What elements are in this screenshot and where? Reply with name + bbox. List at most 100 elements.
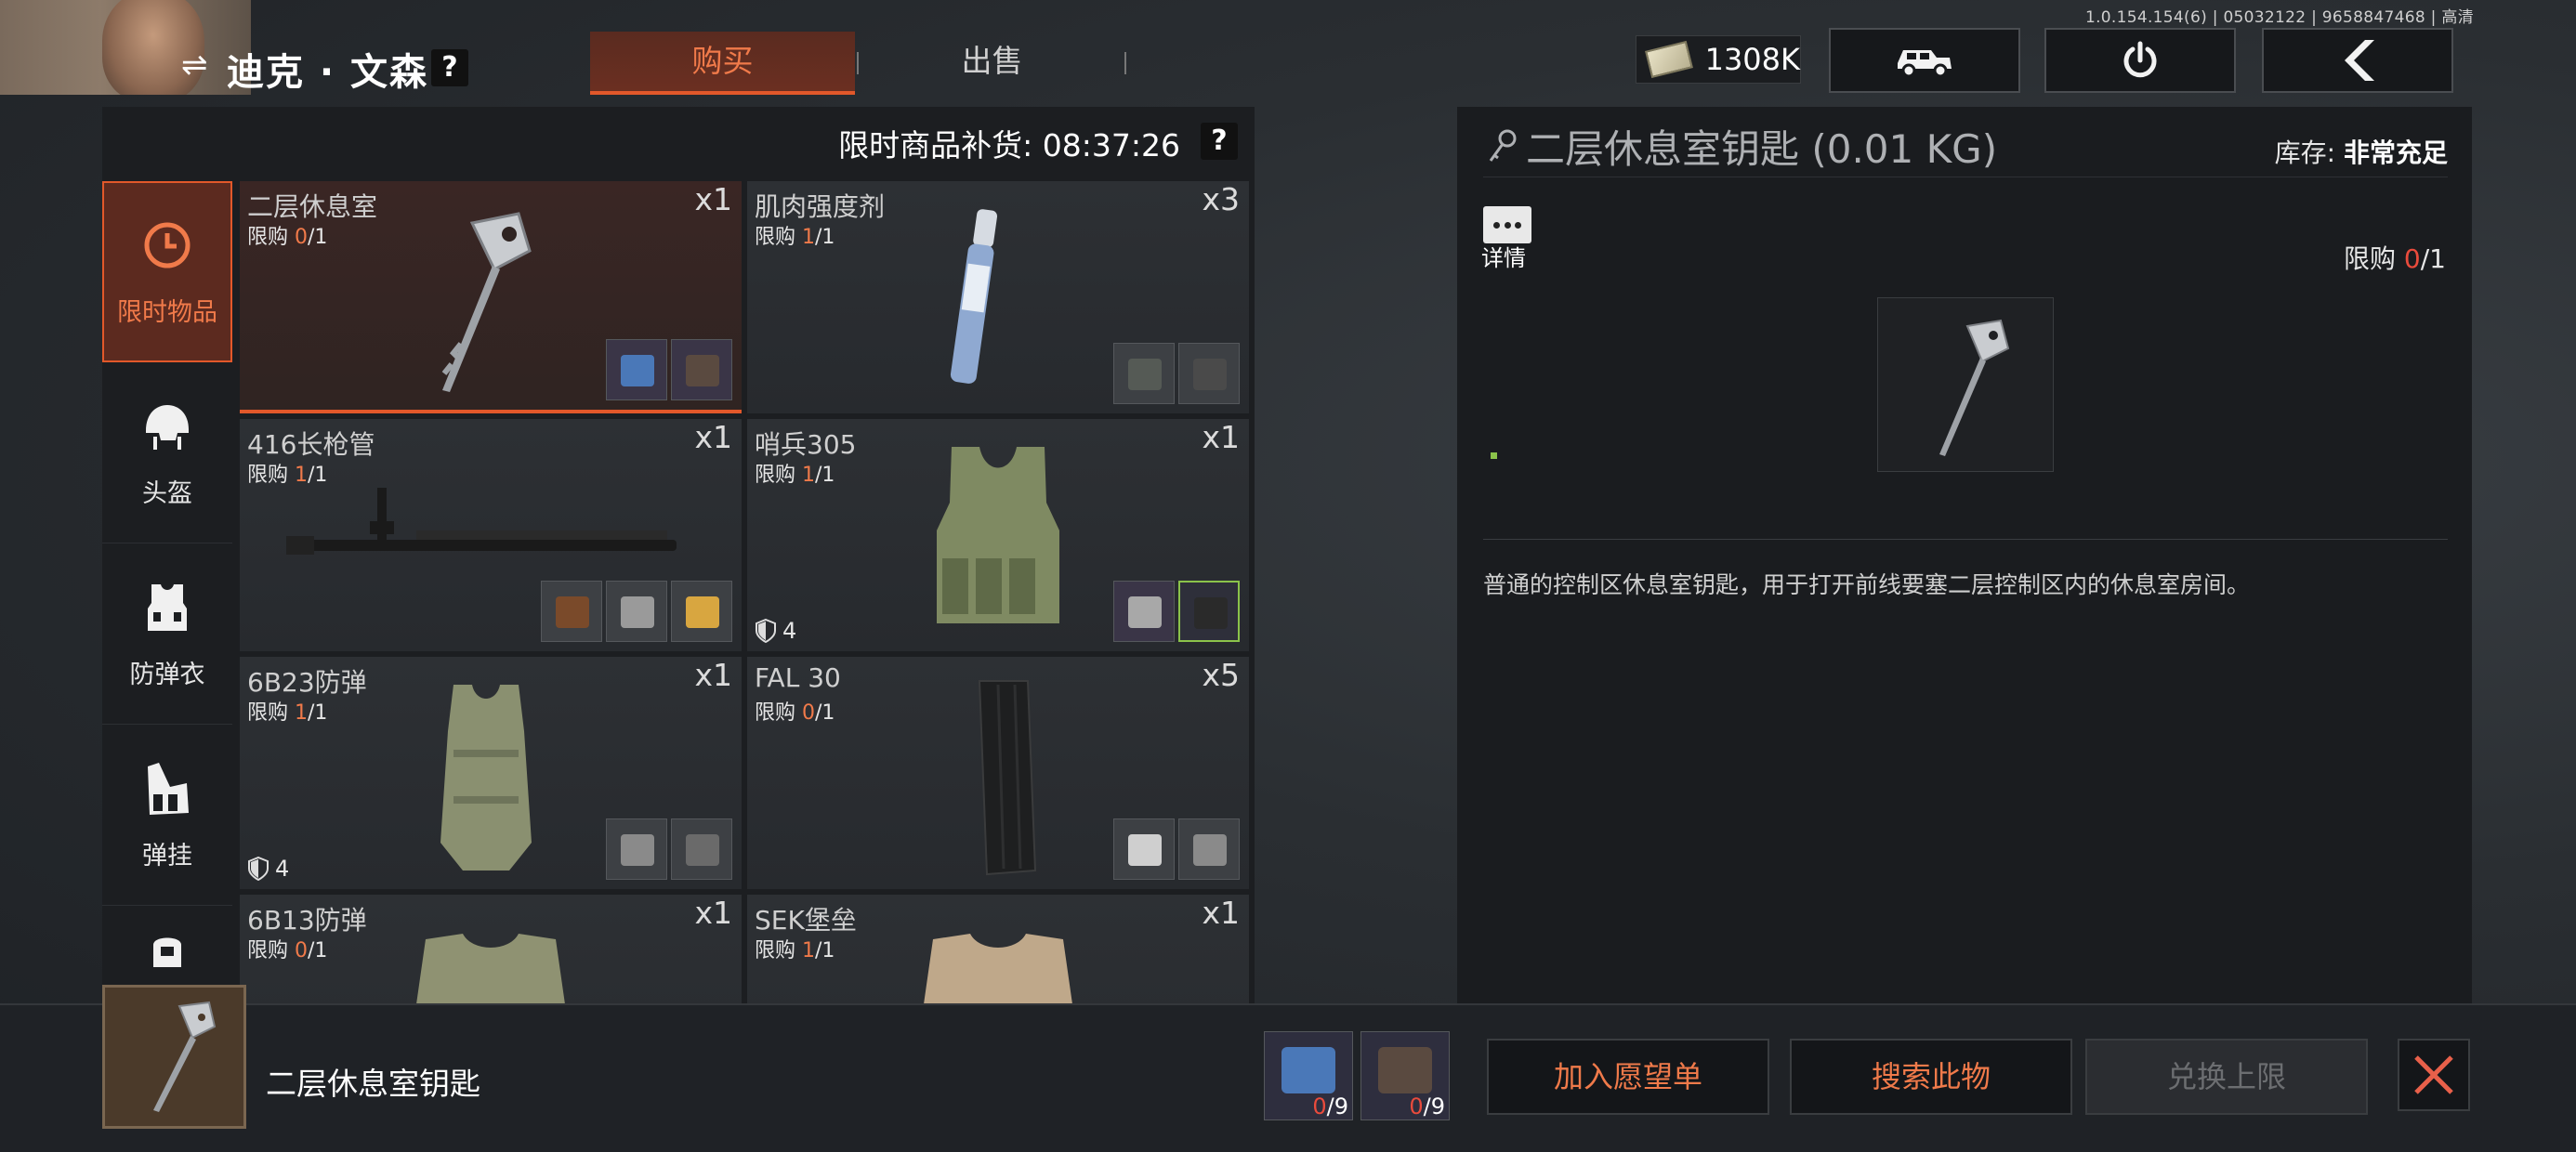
details-label[interactable]: 详情 <box>1481 240 1526 272</box>
item-requirements <box>541 581 732 642</box>
item-card-vest-sek[interactable]: SEK堡垒 限购 1/1 x1 <box>747 895 1249 1003</box>
tab-divider <box>857 52 859 74</box>
currency-display: 1308K <box>1636 35 1801 84</box>
requirement-slot[interactable]: 0/9 <box>1264 1031 1353 1120</box>
document-icon[interactable] <box>1113 581 1175 642</box>
item-name: 肌肉强度剂 <box>755 191 886 222</box>
item-quantity: x3 <box>1202 181 1240 217</box>
restock-timer: 限时商品补货: 08:37:26 <box>838 127 1180 164</box>
item-limit: 限购 1/1 <box>755 464 835 487</box>
shield-icon <box>248 857 269 881</box>
shield-icon <box>756 619 776 643</box>
tab-buy[interactable]: 购买 <box>590 32 855 95</box>
helmet-icon <box>138 397 197 456</box>
trader-avatar[interactable] <box>0 0 251 95</box>
circuit-board-icon <box>1281 1047 1335 1093</box>
category-vest[interactable]: 防弹衣 <box>102 543 232 725</box>
jar-icon[interactable] <box>541 581 602 642</box>
paper-icon[interactable] <box>606 581 667 642</box>
category-rig[interactable]: 弹挂 <box>102 725 232 906</box>
item-card-stimulant[interactable]: 肌肉强度剂 限购 1/1 x3 <box>747 181 1249 413</box>
document-icon[interactable] <box>606 818 667 880</box>
search-item-button[interactable]: 搜索此物 <box>1790 1039 2072 1115</box>
barrel-image <box>286 488 677 555</box>
restock-help-button[interactable]: ? <box>1201 123 1238 160</box>
category-label: 防弹衣 <box>129 660 205 689</box>
requirement-slot[interactable]: 0/9 <box>1360 1031 1450 1120</box>
item-card-magazine[interactable]: FAL 30 限购 0/1 x5 <box>747 657 1249 889</box>
item-limit: 限购 1/1 <box>755 939 835 962</box>
vehicle-icon <box>1898 50 1952 78</box>
selected-item-name: 二层休息室钥匙 <box>266 1066 480 1102</box>
category-helmet[interactable]: 头盔 <box>102 362 232 543</box>
item-card-vest-6b13[interactable]: 6B13防弹 限购 0/1 x1 <box>240 895 742 1003</box>
status-indicator <box>1491 452 1497 459</box>
item-name: 416长枪管 <box>247 429 375 460</box>
key-image <box>1939 319 2010 456</box>
trader-name: 迪克 · 文森 <box>227 51 429 94</box>
close-icon <box>2414 1055 2453 1094</box>
item-card-barrel[interactable]: 416长枪管 限购 1/1 x1 <box>240 419 742 651</box>
item-requirements <box>1113 581 1240 642</box>
item-preview <box>1877 297 2054 472</box>
item-detail-panel <box>1457 107 2472 1003</box>
details-icon[interactable] <box>1483 206 1531 243</box>
key-image <box>441 212 532 392</box>
category-limited[interactable]: 限时物品 <box>102 181 232 362</box>
power-button[interactable] <box>2044 28 2236 93</box>
selected-item-thumbnail <box>102 985 246 1129</box>
vehicle-button[interactable] <box>1829 28 2020 93</box>
vest-image <box>937 447 1059 623</box>
syringe-image <box>950 209 998 384</box>
item-card-vest-305[interactable]: 哨兵305 限购 1/1 x1 4 <box>747 419 1249 651</box>
item-name: SEK堡垒 <box>755 905 857 936</box>
item-limit: 限购 0/1 <box>247 226 328 249</box>
screw-icon[interactable] <box>1113 818 1175 880</box>
item-name: 哨兵305 <box>755 429 857 460</box>
pouch-icon[interactable] <box>1113 343 1175 404</box>
tab-sell[interactable]: 出售 <box>860 32 1124 95</box>
radio-icon[interactable] <box>671 818 732 880</box>
back-button[interactable] <box>2262 28 2453 93</box>
rig-icon <box>138 759 197 818</box>
armor-level: 4 <box>247 856 289 882</box>
item-name: FAL 30 <box>755 662 841 693</box>
add-to-wishlist-button[interactable]: 加入愿望单 <box>1487 1039 1769 1115</box>
item-quantity: x1 <box>694 657 732 693</box>
camera-icon[interactable] <box>671 339 732 400</box>
cash-icon <box>1645 40 1693 79</box>
usb-icon[interactable] <box>1178 581 1240 642</box>
item-quantity: x1 <box>1202 419 1240 455</box>
item-card-vest-6b23[interactable]: 6B23防弹 限购 1/1 x1 4 <box>240 657 742 889</box>
category-label: 头盔 <box>142 478 192 508</box>
trader-help-button[interactable]: ? <box>431 49 468 86</box>
vest-image <box>416 934 565 1003</box>
item-grid: 二层休息室 限购 0/1 x1 肌肉强度剂 限购 1/1 x3 416长枪管 限… <box>240 181 1255 1003</box>
item-name: 6B13防弹 <box>247 905 367 936</box>
item-requirements <box>606 818 732 880</box>
category-sidebar: 限时物品 头盔 防弹衣 弹挂 <box>102 181 237 989</box>
magazine-image <box>978 680 1037 876</box>
plate-icon[interactable] <box>1178 818 1240 880</box>
category-label: 限时物品 <box>117 298 217 327</box>
category-backpack[interactable] <box>102 906 232 989</box>
bottle-icon[interactable] <box>671 581 732 642</box>
currency-amount: 1308K <box>1704 42 1800 77</box>
item-limit: 限购 1/1 <box>247 701 328 725</box>
swap-icon[interactable]: ⇌ <box>181 46 208 84</box>
item-requirements <box>606 339 732 400</box>
stock-status: 库存: 非常充足 <box>2274 137 2448 168</box>
tab-divider <box>1124 52 1126 74</box>
item-limit: 限购 1/1 <box>755 226 835 249</box>
item-quantity: x1 <box>1202 895 1240 931</box>
circuit-board-icon[interactable] <box>606 339 667 400</box>
close-button[interactable] <box>2398 1039 2470 1111</box>
vest-image <box>924 934 1072 1003</box>
requirement-count: 0/9 <box>1312 1093 1348 1119</box>
detail-title: 二层休息室钥匙 (0.01 KG) <box>1487 118 1997 175</box>
bag-icon[interactable] <box>1178 343 1240 404</box>
exchange-limit-button[interactable]: 兑换上限 <box>2085 1039 2368 1115</box>
key-image <box>153 1001 217 1112</box>
back-icon <box>2345 40 2374 81</box>
item-card-key[interactable]: 二层休息室 限购 0/1 x1 <box>240 181 742 413</box>
